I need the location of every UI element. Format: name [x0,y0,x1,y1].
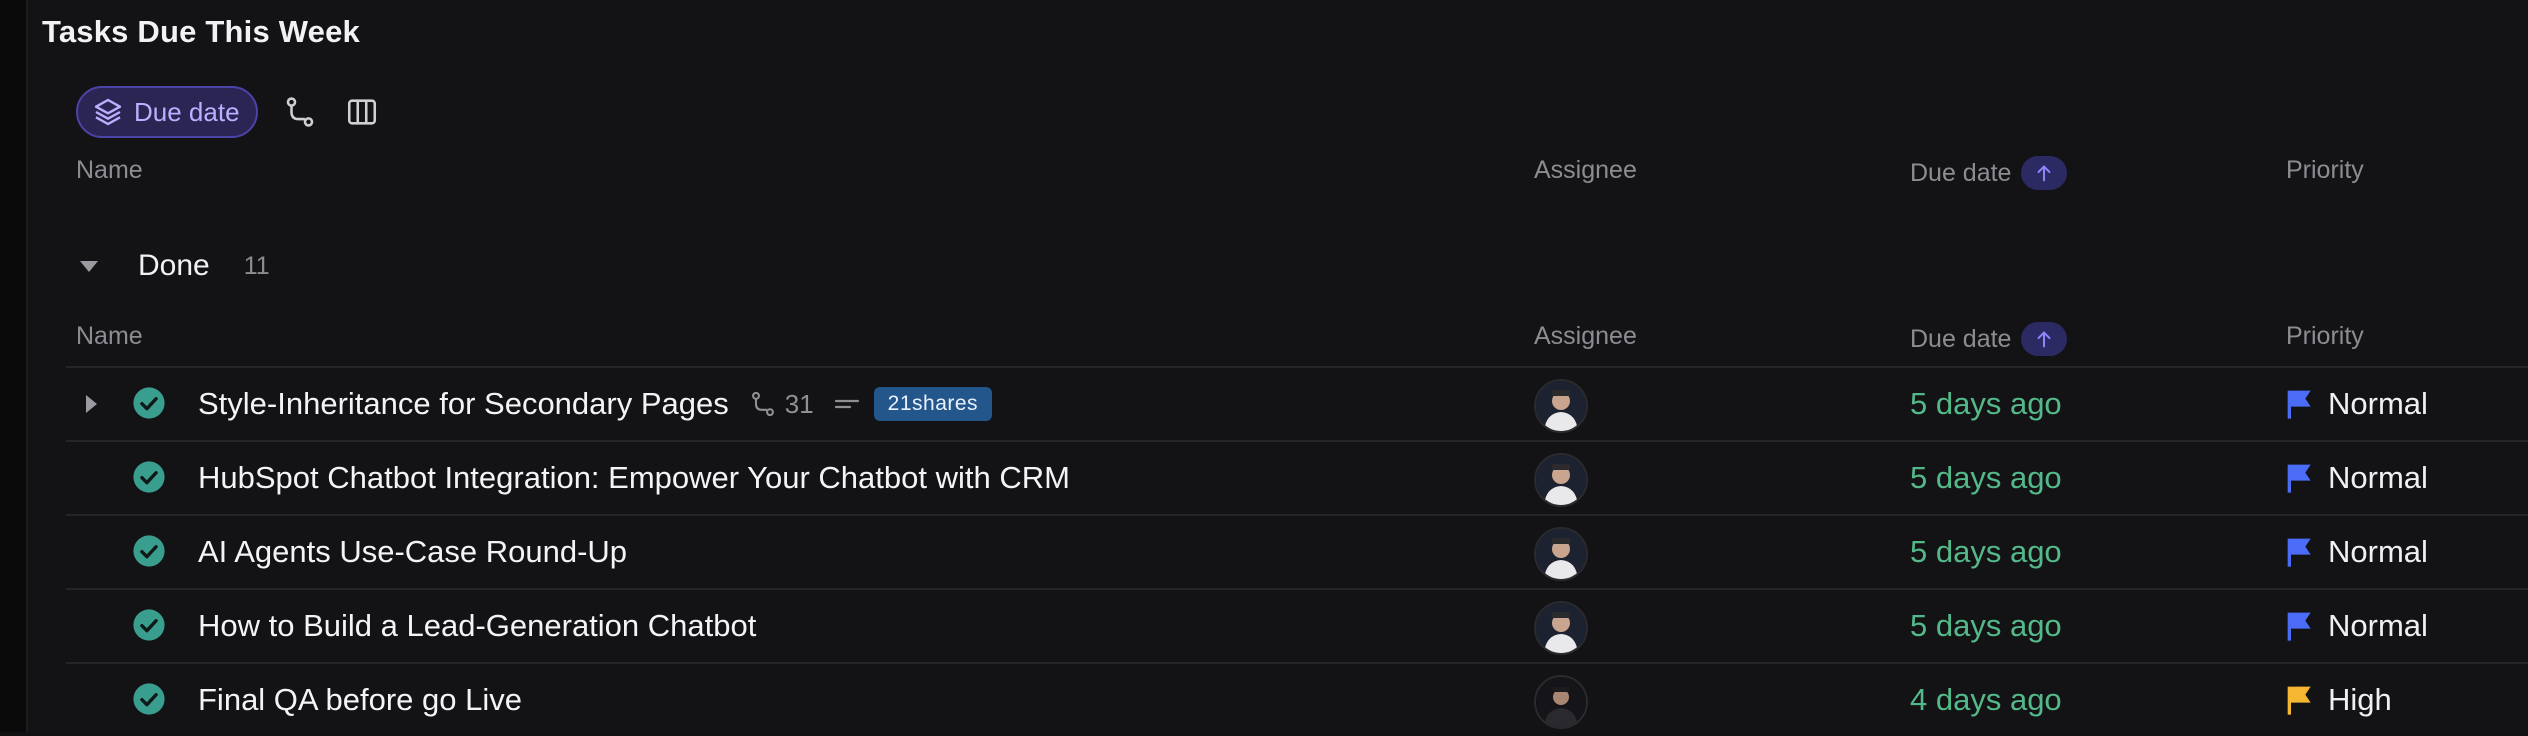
check-circle-icon[interactable] [132,386,166,420]
column-due-date-header[interactable]: Due date [1910,322,2067,356]
task-list: Style-Inheritance for Secondary Pages 31… [66,366,2528,736]
table-header-top: Name Assignee Due date Priority [66,150,2528,190]
priority-cell[interactable]: Normal [2286,386,2428,422]
group-chip-label: Due date [134,97,240,128]
task-name[interactable]: HubSpot Chatbot Integration: Empower You… [198,460,1070,496]
task-tag[interactable]: 21shares [874,387,992,421]
assignee-avatar[interactable] [1534,675,1588,729]
column-due-date-label: Due date [1910,325,2011,354]
task-row[interactable]: AI Agents Use-Case Round-Up 5 days ago N… [66,514,2528,588]
task-name-cell: How to Build a Lead-Generation Chatbot [198,608,756,644]
task-name-cell: Final QA before go Live [198,682,522,718]
avatar-photo [1536,603,1586,653]
arrow-up-icon [2033,162,2055,184]
subtask-count-value: 31 [785,389,814,420]
flag-icon [2286,684,2314,716]
table-header-group: Name Assignee Due date Priority [66,316,2528,356]
flag-icon [2286,388,2314,420]
group-count: 11 [244,252,270,281]
column-name-header[interactable]: Name [76,322,143,351]
view-toolbar: Due date [76,86,382,138]
flag-icon [2286,462,2314,494]
priority-cell[interactable]: Normal [2286,460,2428,496]
due-date[interactable]: 4 days ago [1910,682,2062,718]
assignee-avatar[interactable] [1534,601,1588,655]
avatar-photo [1536,455,1586,505]
priority-cell[interactable]: Normal [2286,608,2428,644]
layers-icon [92,96,124,128]
column-assignee-header[interactable]: Assignee [1534,156,1637,185]
description-icon [834,394,860,414]
task-name[interactable]: Style-Inheritance for Secondary Pages [198,386,729,422]
assignee-avatar[interactable] [1534,453,1588,507]
priority-label: Normal [2328,386,2428,422]
column-due-date-header[interactable]: Due date [1910,156,2067,190]
avatar-photo [1536,677,1586,727]
arrow-up-icon [2033,328,2055,350]
task-name[interactable]: AI Agents Use-Case Round-Up [198,534,627,570]
task-name-cell: HubSpot Chatbot Integration: Empower You… [198,460,1070,496]
check-circle-icon[interactable] [132,682,166,716]
task-row[interactable]: How to Build a Lead-Generation Chatbot 5… [66,588,2528,662]
column-assignee-header[interactable]: Assignee [1534,322,1637,351]
section-title: Tasks Due This Week [42,14,360,50]
priority-cell[interactable]: Normal [2286,534,2428,570]
column-due-date-label: Due date [1910,159,2011,188]
expand-subtasks-icon[interactable] [86,395,97,413]
column-priority-header[interactable]: Priority [2286,156,2364,185]
priority-label: Normal [2328,534,2428,570]
subtask-count[interactable]: 31 [749,389,860,420]
sort-ascending-button[interactable] [2021,156,2067,190]
avatar-photo [1536,381,1586,431]
subtasks-icon [283,95,317,129]
subtasks-toggle-button[interactable] [280,92,320,132]
task-row[interactable]: Style-Inheritance for Secondary Pages 31… [66,366,2528,440]
collapse-caret-icon[interactable] [80,261,98,272]
group-done[interactable]: Done 11 [80,246,270,286]
priority-label: High [2328,682,2392,718]
sort-ascending-button[interactable] [2021,322,2067,356]
check-circle-icon[interactable] [132,534,166,568]
check-circle-icon[interactable] [132,460,166,494]
columns-button[interactable] [342,92,382,132]
due-date[interactable]: 5 days ago [1910,608,2062,644]
check-circle-icon[interactable] [132,608,166,642]
task-name[interactable]: How to Build a Lead-Generation Chatbot [198,608,756,644]
due-date[interactable]: 5 days ago [1910,386,2062,422]
flag-icon [2286,610,2314,642]
task-name-cell: AI Agents Use-Case Round-Up [198,534,627,570]
task-row[interactable]: HubSpot Chatbot Integration: Empower You… [66,440,2528,514]
flag-icon [2286,536,2314,568]
priority-cell[interactable]: High [2286,682,2392,718]
column-priority-header[interactable]: Priority [2286,322,2364,351]
due-date[interactable]: 5 days ago [1910,460,2062,496]
avatar-photo [1536,529,1586,579]
priority-label: Normal [2328,608,2428,644]
task-name[interactable]: Final QA before go Live [198,682,522,718]
assignee-avatar[interactable] [1534,527,1588,581]
subtasks-icon [749,390,777,418]
due-date[interactable]: 5 days ago [1910,534,2062,570]
task-name-cell: Style-Inheritance for Secondary Pages 31… [198,386,992,422]
left-edge-strip [0,0,28,732]
task-row[interactable]: Final QA before go Live 4 days ago High [66,662,2528,736]
column-name-header[interactable]: Name [76,156,143,185]
priority-label: Normal [2328,460,2428,496]
group-label: Done [138,249,210,283]
assignee-avatar[interactable] [1534,379,1588,433]
group-by-due-date-chip[interactable]: Due date [76,86,258,138]
columns-icon [345,95,379,129]
